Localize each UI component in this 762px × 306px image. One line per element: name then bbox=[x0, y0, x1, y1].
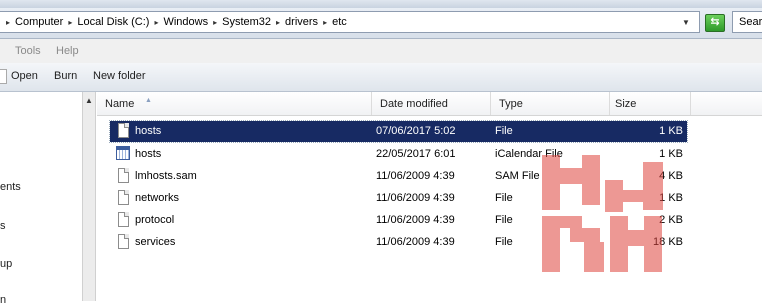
file-date: 11/06/2009 4:39 bbox=[376, 214, 455, 226]
file-name: hosts bbox=[135, 125, 162, 137]
chevron-right-icon[interactable]: ▸ bbox=[4, 18, 12, 27]
file-date: 11/06/2009 4:39 bbox=[376, 170, 455, 182]
nav-item-s[interactable]: s bbox=[0, 220, 6, 232]
breadcrumb-system32[interactable]: System32 bbox=[219, 16, 274, 28]
file-icon bbox=[118, 234, 129, 249]
file-icon bbox=[118, 212, 129, 227]
menu-tools[interactable]: Tools bbox=[15, 45, 41, 57]
column-date-modified[interactable]: Date modified bbox=[372, 92, 491, 115]
column-size[interactable]: Size bbox=[610, 92, 691, 115]
file-row[interactable]: hosts 07/06/2017 5:02 File 1 KB bbox=[109, 120, 688, 143]
menu-help[interactable]: Help bbox=[56, 45, 79, 57]
file-type: SAM File bbox=[495, 170, 540, 182]
file-icon bbox=[118, 190, 129, 205]
navigation-scrollbar[interactable]: ▲ bbox=[82, 92, 96, 301]
nav-item-n[interactable]: n bbox=[0, 294, 6, 306]
column-name-label: Name bbox=[105, 98, 135, 110]
file-name: protocol bbox=[135, 214, 175, 226]
chevron-down-icon[interactable]: ▼ bbox=[682, 18, 690, 27]
menu-bar: Tools Help bbox=[0, 39, 762, 63]
search-input[interactable]: Sear bbox=[732, 11, 762, 33]
chevron-right-icon[interactable]: ▸ bbox=[66, 18, 74, 27]
file-date: 07/06/2017 5:02 bbox=[376, 125, 456, 137]
breadcrumb-etc[interactable]: etc bbox=[329, 16, 350, 28]
sort-ascending-icon: ▲ bbox=[145, 97, 152, 104]
window-top-strip bbox=[0, 0, 762, 8]
refresh-button[interactable]: ⇆ bbox=[705, 14, 725, 32]
refresh-icon: ⇆ bbox=[710, 16, 720, 28]
file-date: 22/05/2017 6:01 bbox=[376, 148, 456, 160]
file-name: lmhosts.sam bbox=[135, 170, 197, 182]
breadcrumb-computer[interactable]: Computer bbox=[12, 16, 66, 28]
file-size: 1 KB bbox=[659, 125, 683, 137]
address-bar[interactable]: ▸ Computer ▸ Local Disk (C:) ▸ Windows ▸… bbox=[0, 11, 700, 33]
file-icon bbox=[118, 123, 129, 138]
chevron-right-icon[interactable]: ▸ bbox=[152, 18, 160, 27]
command-bar: Open Burn New folder bbox=[0, 63, 762, 92]
column-type-label: Type bbox=[499, 98, 523, 110]
address-row: ▸ Computer ▸ Local Disk (C:) ▸ Windows ▸… bbox=[0, 8, 762, 39]
burn-button[interactable]: Burn bbox=[54, 70, 77, 82]
column-size-label: Size bbox=[615, 98, 637, 110]
watermark-logo bbox=[542, 155, 663, 272]
chevron-right-icon[interactable]: ▸ bbox=[274, 18, 282, 27]
file-type: File bbox=[495, 192, 513, 204]
breadcrumb-local-disk[interactable]: Local Disk (C:) bbox=[74, 16, 152, 28]
file-date: 11/06/2009 4:39 bbox=[376, 236, 455, 248]
column-date-label: Date modified bbox=[380, 98, 448, 110]
nav-item-up[interactable]: up bbox=[0, 258, 12, 270]
file-type: File bbox=[495, 125, 513, 137]
breadcrumb: ▸ Computer ▸ Local Disk (C:) ▸ Windows ▸… bbox=[4, 16, 350, 28]
open-icon bbox=[0, 69, 7, 84]
file-name: hosts bbox=[135, 148, 162, 160]
file-icon bbox=[118, 168, 129, 183]
calendar-file-icon bbox=[116, 146, 130, 160]
navigation-pane: ents s up n bbox=[0, 92, 83, 306]
new-folder-button[interactable]: New folder bbox=[93, 70, 146, 82]
file-date: 11/06/2009 4:39 bbox=[376, 192, 455, 204]
breadcrumb-windows[interactable]: Windows bbox=[160, 16, 211, 28]
search-placeholder: Sear bbox=[739, 16, 762, 28]
chevron-right-icon[interactable]: ▸ bbox=[321, 18, 329, 27]
file-type: File bbox=[495, 214, 513, 226]
scroll-up-icon[interactable]: ▲ bbox=[85, 96, 93, 105]
column-header: Name ▲ Date modified Type Size bbox=[97, 92, 762, 116]
chevron-right-icon[interactable]: ▸ bbox=[211, 18, 219, 27]
nav-item-documents[interactable]: ents bbox=[0, 181, 21, 193]
breadcrumb-drivers[interactable]: drivers bbox=[282, 16, 321, 28]
file-name: networks bbox=[135, 192, 180, 204]
file-name: services bbox=[135, 236, 176, 248]
open-button[interactable]: Open bbox=[11, 70, 38, 82]
column-name[interactable]: Name ▲ bbox=[97, 92, 372, 115]
file-type: File bbox=[495, 236, 513, 248]
column-type[interactable]: Type bbox=[491, 92, 610, 115]
